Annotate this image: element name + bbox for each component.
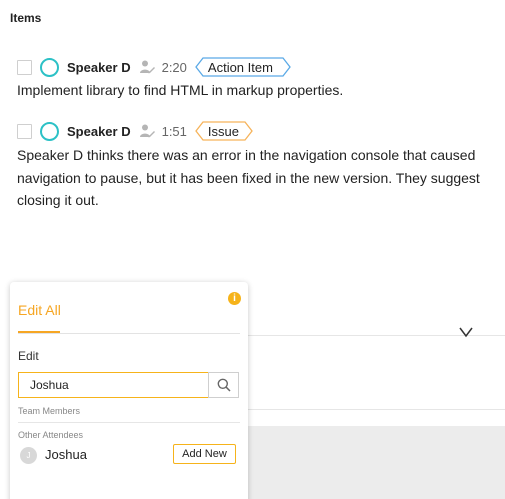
edit-label: Edit	[18, 349, 39, 363]
chevron-down-icon[interactable]	[458, 325, 474, 339]
item-checkbox[interactable]	[17, 59, 32, 75]
tag-label: Action Item	[207, 59, 273, 75]
item-text: Implement library to find HTML in markup…	[17, 82, 344, 98]
item-checkbox[interactable]	[17, 123, 32, 139]
team-members-label: Team Members	[18, 406, 81, 416]
add-new-button[interactable]: Add New	[173, 444, 236, 464]
search-input[interactable]	[18, 372, 209, 398]
tag-label: Issue	[207, 123, 239, 139]
search-button[interactable]	[208, 372, 239, 398]
edit-popup: i Edit All Edit Team Members Other Atten…	[10, 282, 248, 499]
item-text: Speaker D thinks there was an error in t…	[17, 147, 480, 208]
status-circle-icon[interactable]	[40, 57, 59, 77]
section-title: Items	[10, 11, 42, 25]
item-header-1: Speaker D 2:20 Action Item	[17, 57, 291, 77]
info-icon[interactable]: i	[228, 292, 241, 305]
search-icon	[217, 378, 231, 392]
timestamp[interactable]: 2:20	[162, 60, 187, 75]
divider	[248, 409, 505, 410]
other-attendees-label: Other Attendees	[18, 430, 84, 440]
group-divider	[18, 422, 240, 423]
tab-divider	[18, 333, 240, 334]
edit-speaker-icon[interactable]	[139, 124, 155, 138]
speaker-name: Speaker D	[67, 59, 131, 75]
tab-underline	[18, 331, 60, 333]
tag-badge[interactable]: Action Item	[195, 57, 291, 77]
background-panel	[248, 426, 505, 499]
avatar: J	[20, 447, 37, 464]
item-header-2: Speaker D 1:51 Issue	[17, 121, 253, 141]
speaker-name: Speaker D	[67, 123, 131, 139]
attendee-name[interactable]: Joshua	[45, 447, 87, 462]
timestamp[interactable]: 1:51	[162, 124, 187, 139]
tab-edit-all[interactable]: Edit All	[18, 302, 61, 318]
status-circle-icon[interactable]	[40, 121, 59, 141]
edit-speaker-icon[interactable]	[139, 60, 155, 74]
tag-badge[interactable]: Issue	[195, 121, 253, 141]
